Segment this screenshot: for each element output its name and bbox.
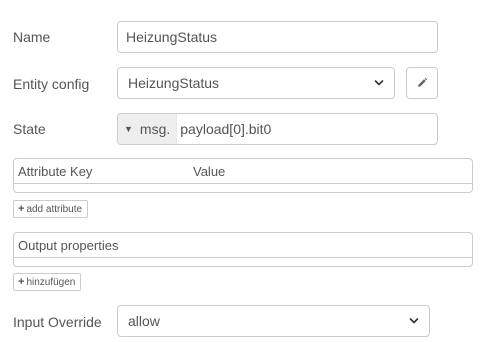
state-type-label: msg. [139,121,171,137]
add-attribute-label: add attribute [26,203,83,215]
caret-down-icon: ▼ [124,124,133,134]
state-value: payload[0].bit0 [180,121,272,137]
name-label: Name [13,29,51,45]
entity-config-select[interactable]: HeizungStatus [117,67,395,99]
entity-config-label: Entity config [13,76,90,92]
name-input[interactable]: HeizungStatus [117,21,438,53]
output-properties-title: Output properties [18,238,119,253]
edit-config-button[interactable] [406,67,438,99]
state-typed-input[interactable]: ▼ msg. payload[0].bit0 [117,113,438,145]
plus-icon: + [18,203,25,215]
state-label: State [13,121,46,137]
add-output-property-button[interactable]: + hinzufügen [13,273,82,291]
state-value-field[interactable]: payload[0].bit0 [177,114,271,144]
attributes-list-header: Attribute Key Value [14,159,472,184]
output-properties-header: Output properties [14,233,472,258]
chevron-down-icon [374,80,384,86]
plus-icon: + [18,276,25,288]
entity-config-selected: HeizungStatus [128,75,220,91]
input-override-selected: allow [128,313,160,329]
state-type-selector[interactable]: ▼ msg. [118,114,178,144]
add-output-property-label: hinzufügen [26,276,76,288]
input-override-select[interactable]: allow [117,305,430,337]
attribute-key-header: Attribute Key [18,164,93,179]
attribute-value-header: Value [193,164,226,179]
name-input-value: HeizungStatus [126,29,218,45]
chevron-down-icon [409,318,419,324]
add-attribute-button[interactable]: + add attribute [13,200,89,218]
attributes-list: Attribute Key Value [13,158,473,193]
output-properties-list: Output properties [13,232,473,267]
pencil-icon [418,77,428,87]
input-override-label: Input Override [13,314,102,330]
